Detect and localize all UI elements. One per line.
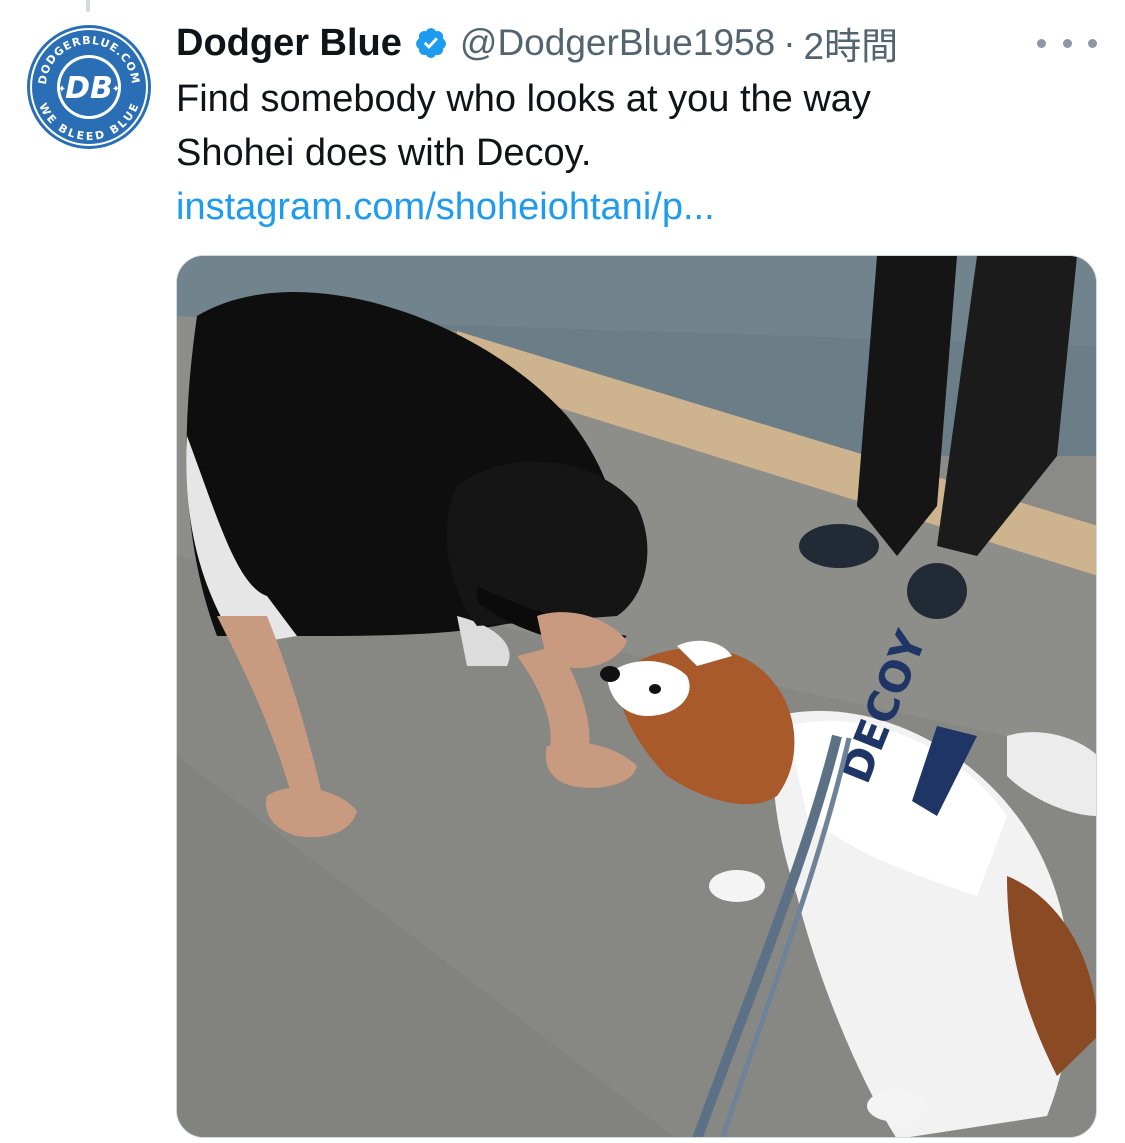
photo-illustration: DECOY <box>177 256 1096 1137</box>
more-horizontal-icon[interactable] <box>1037 28 1097 58</box>
verified-badge-icon <box>414 26 448 60</box>
author-avatar[interactable]: DODGERBLUE.COM WE BLEED BLUE DB ✦ ✦ <box>26 24 152 150</box>
author-handle[interactable]: @DodgerBlue1958 <box>460 22 775 64</box>
tweet-header: Dodger Blue @DodgerBlue1958 · 2時間 <box>176 16 1097 70</box>
header-separator: · <box>783 22 796 63</box>
tweet-timestamp[interactable]: 2時間 <box>804 16 899 70</box>
svg-text:✦: ✦ <box>58 84 66 95</box>
tweet-link[interactable]: instagram.com/shoheiohtani/p... <box>176 180 1076 234</box>
tweet-text-line-2: Shohei does with Decoy. <box>176 132 592 174</box>
author-display-name[interactable]: Dodger Blue <box>176 22 402 65</box>
avatar-logo-text-center: DB <box>65 71 113 106</box>
tweet-text: Find somebody who looks at you the way S… <box>176 72 1076 234</box>
svg-text:✦: ✦ <box>112 84 120 95</box>
thread-connector-line <box>86 0 90 12</box>
tweet-photo[interactable]: DECOY <box>176 255 1097 1138</box>
tweet-text-line-1: Find somebody who looks at you the way <box>176 78 871 120</box>
dodger-blue-logo-icon: DODGERBLUE.COM WE BLEED BLUE DB ✦ ✦ <box>27 25 151 149</box>
